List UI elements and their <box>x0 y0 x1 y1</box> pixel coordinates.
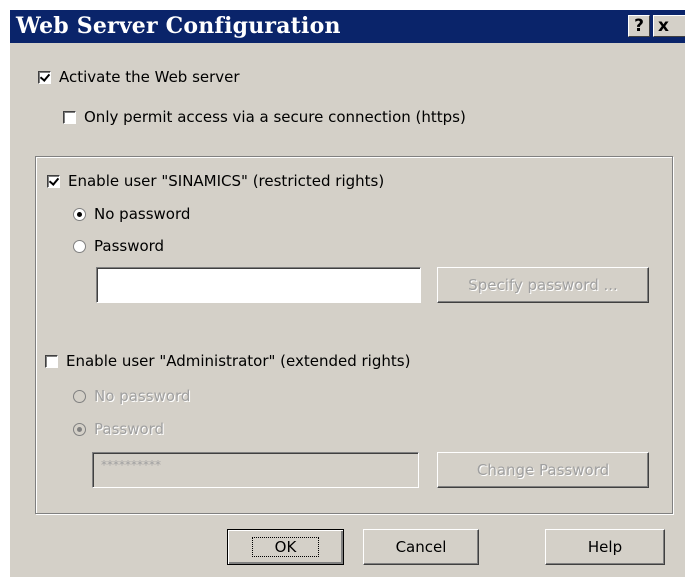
help-icon[interactable]: ? <box>628 15 650 37</box>
sinamics-password-row[interactable]: Password <box>73 237 164 255</box>
enable-admin-row[interactable]: Enable user "Administrator" (extended ri… <box>45 352 410 370</box>
activate-webserver-label: Activate the Web server <box>59 68 240 86</box>
admin-password-radio[interactable] <box>73 422 86 436</box>
dialog-title: Web Server Configuration <box>16 13 341 39</box>
admin-password-label: Password <box>94 420 165 438</box>
help-button[interactable]: Help <box>545 529 665 565</box>
https-only-label: Only permit access via a secure connecti… <box>84 108 466 126</box>
admin-no-password-row[interactable]: No password <box>73 387 190 405</box>
enable-admin-checkbox[interactable] <box>45 354 58 368</box>
enable-admin-label: Enable user "Administrator" (extended ri… <box>66 352 411 370</box>
enable-sinamics-row[interactable]: Enable user "SINAMICS" (restricted right… <box>47 172 384 190</box>
admin-password-value: ********** <box>101 458 161 472</box>
change-password-button[interactable]: Change Password <box>437 452 649 488</box>
sinamics-no-password-label: No password <box>94 205 191 223</box>
https-only-checkbox[interactable] <box>63 110 76 124</box>
admin-no-password-label: No password <box>94 387 191 405</box>
sinamics-password-label: Password <box>94 237 165 255</box>
sinamics-no-password-radio[interactable] <box>73 207 86 221</box>
specify-password-button[interactable]: Specify password ... <box>437 267 649 303</box>
https-only-row[interactable]: Only permit access via a secure connecti… <box>63 108 466 126</box>
admin-password-field[interactable]: ********** <box>92 452 419 488</box>
activate-webserver-row[interactable]: Activate the Web server <box>38 68 240 86</box>
sinamics-password-field[interactable] <box>96 267 421 303</box>
admin-no-password-radio[interactable] <box>73 389 86 403</box>
enable-sinamics-checkbox[interactable] <box>47 174 60 188</box>
activate-webserver-checkbox[interactable] <box>38 70 51 84</box>
sinamics-no-password-row[interactable]: No password <box>73 205 190 223</box>
sinamics-password-radio[interactable] <box>73 239 86 253</box>
admin-password-row[interactable]: Password <box>73 420 164 438</box>
ok-button[interactable]: OK <box>227 529 344 565</box>
close-icon[interactable]: x <box>653 15 685 37</box>
title-bar: Web Server Configuration ? x <box>10 10 685 43</box>
cancel-button[interactable]: Cancel <box>363 529 479 565</box>
enable-sinamics-label: Enable user "SINAMICS" (restricted right… <box>68 172 385 190</box>
web-server-config-dialog: Web Server Configuration ? x Activate th… <box>10 10 685 577</box>
ok-button-label: OK <box>251 537 320 557</box>
